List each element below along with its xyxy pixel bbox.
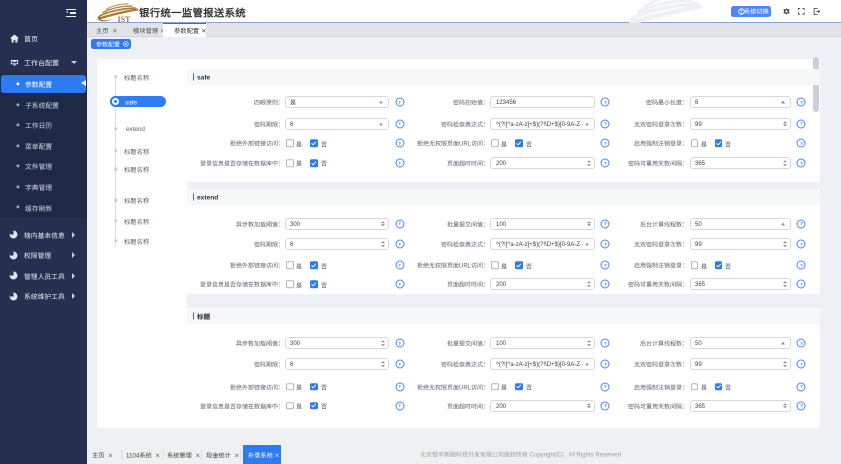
svg-text:IST: IST: [118, 15, 132, 22]
